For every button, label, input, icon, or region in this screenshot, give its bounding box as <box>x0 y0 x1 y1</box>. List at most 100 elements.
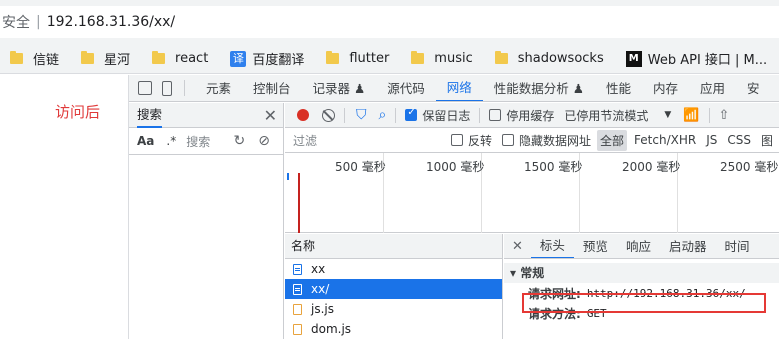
search-panel-title[interactable]: 搜索 <box>137 103 163 128</box>
mdn-icon: M <box>625 50 642 67</box>
folder-icon <box>81 51 95 64</box>
preserve-log-label: 保留日志 <box>422 108 471 123</box>
address-bar: 安全 | 192.168.31.36/xx/ <box>0 0 779 44</box>
tab-headers[interactable]: 标头 <box>530 234 574 258</box>
tab-console[interactable]: 控制台 <box>242 75 302 101</box>
timeline-tick: 500 毫秒 <box>335 160 386 174</box>
folder-icon <box>411 51 425 64</box>
network-timeline: 500 毫秒 1000 毫秒 1500 毫秒 2000 毫秒 2500 毫秒 <box>285 153 779 233</box>
omnibox[interactable]: 安全 | 192.168.31.36/xx/ <box>0 6 779 38</box>
timeline-column: 500 毫秒 <box>285 153 386 233</box>
timeline-column: 1000 毫秒 <box>384 153 485 233</box>
refresh-icon[interactable]: ↻ <box>234 133 246 149</box>
security-indicator[interactable]: 安全 <box>0 12 30 32</box>
hide-data-urls-checkbox[interactable]: 隐藏数据网址 <box>502 132 591 149</box>
tab-application[interactable]: 应用 <box>689 75 736 101</box>
timeline-column: 2000 毫秒 <box>580 153 680 233</box>
tab-sources[interactable]: 源代码 <box>376 75 436 101</box>
disable-cache-checkbox[interactable]: 停用缓存 <box>489 107 554 124</box>
import-har-icon[interactable]: ⇧ <box>719 108 730 123</box>
preserve-log-checkbox[interactable]: 保留日志 <box>405 107 470 124</box>
request-row-selected[interactable]: xx/ <box>285 279 502 299</box>
bookmark-flutter[interactable]: flutter <box>326 51 389 66</box>
filter-icon[interactable]: ⛉ <box>356 107 367 123</box>
timeline-tick: 1500 毫秒 <box>524 160 583 174</box>
filter-input[interactable]: 过滤 <box>285 132 451 149</box>
bookmark-label: shadowsocks <box>517 51 604 66</box>
tab-timing[interactable]: 时间 <box>715 234 758 258</box>
folder-icon <box>494 51 508 64</box>
bookmark-web-api[interactable]: M Web API 接口 | M... <box>625 49 767 68</box>
match-case-button[interactable]: Aa <box>137 134 154 148</box>
tab-performance[interactable]: 性能 <box>595 75 642 101</box>
request-list: 名称 xx xx/ js.js dom.js <box>285 234 503 339</box>
regex-button[interactable]: .* <box>166 134 176 148</box>
checkbox-icon <box>489 109 502 121</box>
fanyi-icon: 译 <box>230 50 247 67</box>
request-row[interactable]: dom.js <box>285 319 502 339</box>
folder-icon <box>10 51 23 64</box>
tab-memory[interactable]: 内存 <box>642 75 689 101</box>
request-row[interactable]: xx <box>285 259 502 279</box>
request-name: js.js <box>311 302 334 316</box>
bookmark-shadowsocks[interactable]: shadowsocks <box>494 51 604 66</box>
bookmark-label: music <box>434 51 473 66</box>
script-icon <box>293 303 302 315</box>
search-panel-header: 搜索 ✕ <box>129 103 283 128</box>
request-name: xx <box>311 262 326 276</box>
url-text[interactable]: 192.168.31.36/xx/ <box>47 14 175 30</box>
request-row[interactable]: js.js <box>285 299 502 319</box>
tab-security[interactable]: 安 <box>736 75 771 101</box>
tab-performance-insights[interactable]: 性能数据分析 ♟ <box>483 75 595 101</box>
filter-js[interactable]: JS <box>703 131 720 149</box>
tab-network[interactable]: 网络 <box>435 75 483 101</box>
filter-img[interactable]: 图 <box>758 130 776 151</box>
document-icon <box>293 283 302 295</box>
filter-fetch-xhr[interactable]: Fetch/XHR <box>631 131 699 149</box>
bookmark-label: flutter <box>349 51 390 66</box>
throttling-select[interactable]: 已停用节流模式 ▼ <box>564 107 671 124</box>
tab-recorder[interactable]: 记录器 ♟ <box>302 75 377 101</box>
search-input[interactable]: 搜索 <box>186 133 227 150</box>
network-toolbar: ⛉ ⌕ 保留日志 停用缓存 已停用节流模式 ▼ 📶 ⇧ <box>285 103 779 128</box>
network-filter-bar: 过滤 反转 隐藏数据网址 全部 Fetch/XHR JS CSS 图 <box>285 128 779 153</box>
invert-checkbox[interactable]: 反转 <box>450 132 492 149</box>
bookmark-react[interactable]: react <box>152 51 208 66</box>
close-icon[interactable]: ✕ <box>504 239 531 254</box>
bookmark-xinlian[interactable]: 信链 <box>10 49 59 68</box>
timeline-column: 1500 毫秒 <box>482 153 583 233</box>
network-conditions-icon[interactable]: 📶 <box>683 108 699 123</box>
name-column-header[interactable]: 名称 <box>285 234 502 259</box>
bookmark-xinghe[interactable]: 星河 <box>81 49 130 68</box>
bookmark-music[interactable]: music <box>411 51 473 66</box>
timeline-request-bar <box>287 173 289 180</box>
bookmarks-bar: 信链 星河 react 译百度翻译 flutter music shadowso… <box>0 44 779 74</box>
tab-preview[interactable]: 预览 <box>574 234 617 258</box>
clear-search-icon[interactable]: ⊘ <box>258 133 270 149</box>
script-icon <box>293 323 302 335</box>
inspect-element-icon[interactable] <box>138 81 152 95</box>
tab-initiator[interactable]: 启动器 <box>660 234 716 258</box>
tab-elements[interactable]: 元素 <box>195 75 242 101</box>
folder-icon <box>152 51 166 64</box>
request-details: ✕ 标头 预览 响应 启动器 时间 ▾ 常规 请求网址: http://192.… <box>504 234 779 339</box>
bookmark-baidu-fanyi[interactable]: 译百度翻译 <box>230 49 304 68</box>
search-icon[interactable]: ⌕ <box>379 107 387 123</box>
record-icon[interactable] <box>297 109 309 121</box>
clear-icon[interactable] <box>322 108 335 122</box>
details-tab-bar: ✕ 标头 预览 响应 启动器 时间 <box>504 234 779 259</box>
request-name: dom.js <box>311 322 352 336</box>
bookmark-label: 星河 <box>104 53 131 68</box>
filter-all[interactable]: 全部 <box>597 129 628 151</box>
device-toolbar-icon[interactable] <box>162 80 172 96</box>
general-section-header[interactable]: ▾ 常规 <box>504 263 779 283</box>
tab-response[interactable]: 响应 <box>617 234 660 258</box>
timeline-tick: 1000 毫秒 <box>426 160 485 174</box>
search-toolbar: Aa .* 搜索 ↻ ⊘ <box>129 128 283 155</box>
close-icon[interactable]: ✕ <box>264 106 277 125</box>
filter-css[interactable]: CSS <box>724 131 754 149</box>
toolbar-divider <box>479 107 481 123</box>
checkbox-icon <box>502 134 514 146</box>
toolbar-divider <box>395 107 397 123</box>
folder-icon <box>326 51 340 64</box>
